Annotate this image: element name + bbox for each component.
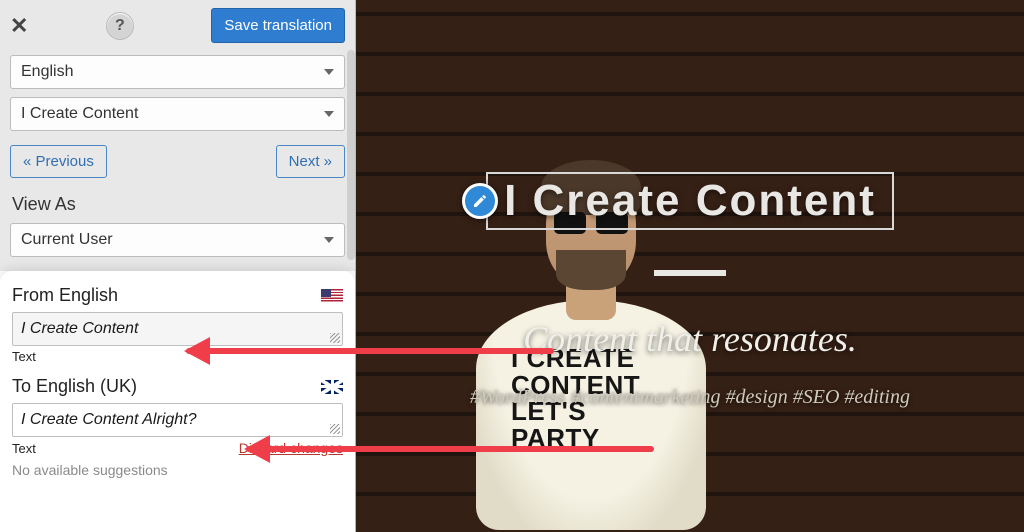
hero-divider [654,270,726,276]
chevron-down-icon [324,111,334,117]
chevron-down-icon [324,69,334,75]
save-translation-button[interactable]: Save translation [211,8,345,43]
translation-type-label: Text [12,441,36,456]
source-text-value: I Create Content [21,320,138,337]
no-suggestions-text: No available suggestions [12,462,343,478]
hero-content: I Create Content Content that resonates.… [356,0,1024,532]
live-preview: I CREATE CONTENT LET'S PARTY I Create Co… [356,0,1024,532]
resize-grip-icon[interactable] [330,333,340,343]
view-as-select-value: Current User [21,231,113,249]
next-button[interactable]: Next » [276,145,345,178]
hero-hashtags: #WordPress #contentmarketing #design #SE… [470,380,910,414]
source-type-label: Text [12,349,343,364]
chevron-down-icon [324,237,334,243]
translation-text-value: I Create Content Alright? [21,411,197,428]
nav-row: « Previous Next » [0,135,355,188]
resize-grip-icon[interactable] [330,424,340,434]
content-item-select[interactable]: I Create Content [10,97,345,131]
translation-text-field[interactable]: I Create Content Alright? [12,403,343,437]
translation-panel: ✕ ? Save translation English I Create Co… [0,0,356,532]
hero-title-wrap: I Create Content [486,172,894,230]
language-select-value: English [21,63,73,81]
to-language-label: To English (UK) [12,376,137,397]
scrollbar[interactable] [347,50,355,260]
flag-uk-icon [321,380,343,394]
content-item-select-value: I Create Content [21,105,138,123]
hero-tagline: Content that resonates. [523,318,857,360]
from-language-label: From English [12,285,118,306]
help-icon[interactable]: ? [106,12,134,40]
edit-badge-icon[interactable] [462,183,498,219]
hero-title-box[interactable]: I Create Content [486,172,894,230]
panel-upper: ✕ ? Save translation English I Create Co… [0,0,355,271]
previous-button[interactable]: « Previous [10,145,107,178]
source-text-field[interactable]: I Create Content [12,312,343,346]
view-as-label: View As [0,188,355,219]
flag-us-icon [321,289,343,303]
hero-title: I Create Content [504,176,876,225]
topbar: ✕ ? Save translation [0,0,355,51]
language-select[interactable]: English [10,55,345,89]
translation-editor: From English I Create Content Text To En… [0,271,355,532]
discard-changes-link[interactable]: Discard changes [239,440,343,456]
view-as-select[interactable]: Current User [10,223,345,257]
close-icon[interactable]: ✕ [10,13,28,39]
